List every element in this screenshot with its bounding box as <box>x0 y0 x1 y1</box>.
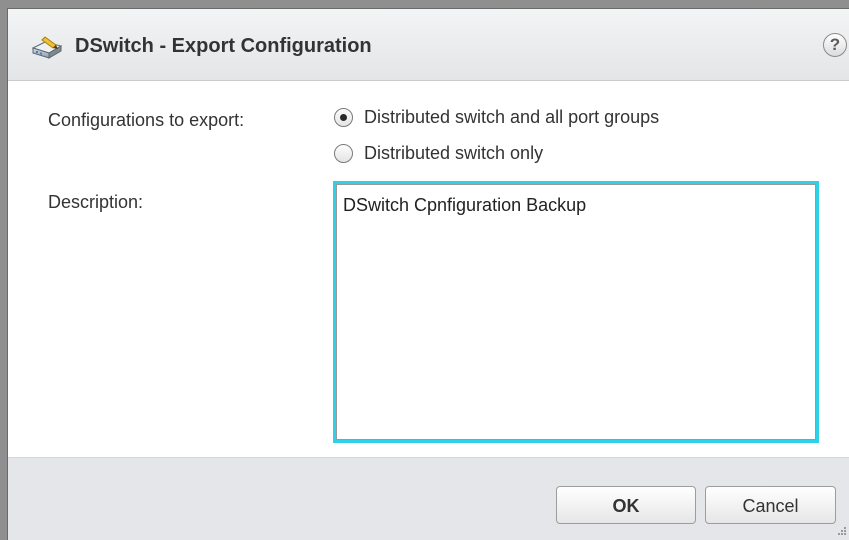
radio-button-unchecked[interactable] <box>334 143 353 163</box>
cancel-button[interactable]: Cancel <box>705 486 836 524</box>
ok-button[interactable]: OK <box>556 486 696 524</box>
resize-grip-icon[interactable] <box>833 524 847 538</box>
dialog-titlebar: DSwitch - Export Configuration ? <box>8 9 849 81</box>
distributed-switch-export-icon <box>30 36 64 60</box>
description-textarea[interactable]: DSwitch Cpnfiguration Backup <box>336 184 816 440</box>
configurations-to-export-label: Configurations to export: <box>48 110 245 130</box>
radio-button-checked[interactable] <box>334 107 353 127</box>
radio-switch-and-port-groups[interactable]: Distributed switch and all port groups <box>334 105 659 129</box>
export-configuration-dialog: DSwitch - Export Configuration ? Configu… <box>7 8 849 540</box>
dialog-title: DSwitch - Export Configuration <box>75 35 372 57</box>
description-field-focus-ring: DSwitch Cpnfiguration Backup <box>333 181 819 443</box>
radio-label-switch-and-port-groups: Distributed switch and all port groups <box>364 107 660 127</box>
radio-label-switch-only: Distributed switch only <box>364 143 544 163</box>
dialog-footer: OK Cancel <box>8 457 849 540</box>
description-label: Description: <box>48 192 144 212</box>
help-icon[interactable]: ? <box>823 33 847 57</box>
radio-switch-only[interactable]: Distributed switch only <box>334 141 543 165</box>
